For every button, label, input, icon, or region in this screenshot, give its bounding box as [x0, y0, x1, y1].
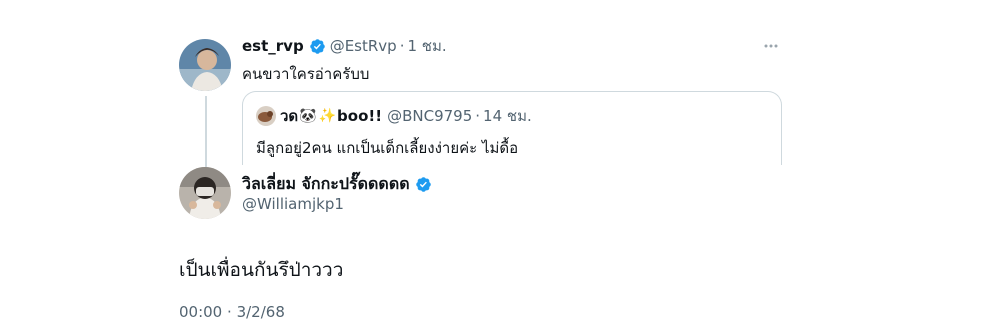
reply-time[interactable]: 00:00 — [179, 303, 222, 321]
verified-badge-icon — [309, 38, 325, 54]
original-tweet-text: คนขวาใครอ่าครับบ — [242, 65, 370, 83]
original-author-name[interactable]: est_rvp — [242, 37, 304, 55]
original-author-handle[interactable]: @EstRvp — [330, 37, 397, 55]
sparkles-emoji: ✨ — [318, 108, 337, 124]
verified-badge-icon — [415, 176, 431, 192]
quoted-header-separator: · — [475, 107, 481, 125]
quoted-tweet-header: วด 🐼 ✨ boo!! @BNC9795 · 14 ชม. — [256, 106, 532, 126]
quoted-author-avatar[interactable] — [256, 106, 276, 126]
quoted-tweet-time[interactable]: 14 ชม. — [483, 104, 532, 128]
quoted-tweet-card[interactable]: วด 🐼 ✨ boo!! @BNC9795 · 14 ชม. มีลูกอยู่… — [242, 91, 782, 165]
reply-tweet-text: เป็นเพื่อนกันรึป่าววว — [179, 259, 344, 281]
quoted-tweet-text: มีลูกอยู่2คน แกเป็นเด็กเลี้ยงง่ายค่ะ ไม่… — [256, 139, 519, 157]
original-tweet-header: est_rvp @EstRvp · 1 ชม. — [242, 36, 447, 56]
header-separator: · — [399, 37, 405, 55]
thread-connector-line — [205, 96, 207, 170]
reply-author-name[interactable]: วิลเลี่ยม จักกะปรั๊ดดดดด — [242, 172, 410, 197]
quoted-author-name-suffix[interactable]: boo!! — [337, 107, 382, 125]
panda-emoji: 🐼 — [299, 108, 317, 124]
reply-author-name-row: วิลเลี่ยม จักกะปรั๊ดดดดด — [242, 174, 436, 194]
reply-date[interactable]: 3/2/68 — [237, 303, 285, 321]
more-options-icon[interactable] — [763, 38, 779, 54]
reply-meta-separator: · — [227, 303, 232, 321]
reply-timestamp: 00:00 · 3/2/68 — [179, 303, 285, 321]
quoted-author-handle[interactable]: @BNC9795 — [387, 107, 472, 125]
original-tweet-time[interactable]: 1 ชม. — [407, 34, 446, 58]
reply-author-handle[interactable]: @Williamjkp1 — [242, 195, 344, 213]
reply-author-avatar[interactable] — [179, 167, 231, 219]
original-author-avatar[interactable] — [179, 39, 231, 91]
quoted-author-name-prefix[interactable]: วด — [280, 104, 298, 128]
